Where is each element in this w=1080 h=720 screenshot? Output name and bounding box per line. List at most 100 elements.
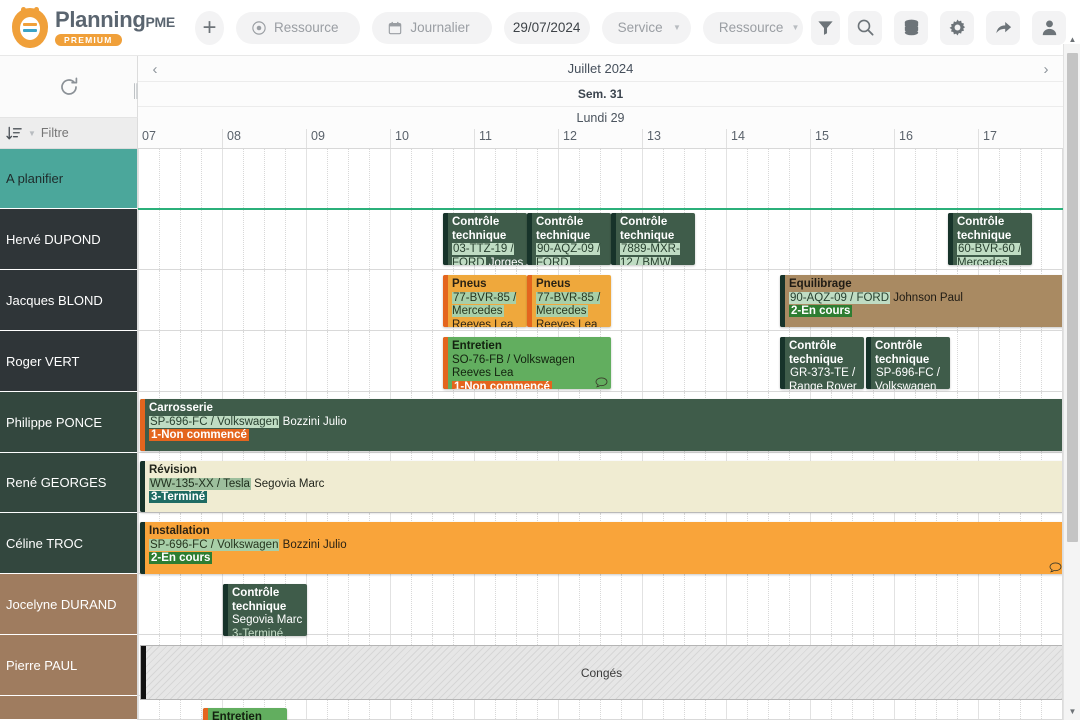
- calendar-event[interactable]: Pneus77-BVR-85 / MercedesReeves Lea: [527, 275, 611, 327]
- calendar-event[interactable]: Contrôle technique7889-MXR-12 / BMW Noel: [611, 213, 695, 265]
- resource-row-label[interactable]: René GEORGES: [0, 453, 137, 513]
- event-content: Pneus77-BVR-85 / MercedesReeves Lea: [448, 275, 527, 327]
- event-client: Johnson Paul: [890, 292, 963, 304]
- period-label: Journalier: [410, 20, 469, 35]
- event-content: Contrôle technique7889-MXR-12 / BMW Noel: [616, 213, 695, 265]
- scroll-down-arrow[interactable]: ▼: [1064, 704, 1080, 718]
- search-button[interactable]: [848, 11, 882, 45]
- event-vehicle: GR-373-TE / Range Rover: [789, 367, 858, 389]
- event-content: Contrôle technique90-AQZ-09 / FORD: [532, 213, 611, 265]
- comment-bubble-icon[interactable]: [1049, 562, 1062, 573]
- event-client: Segovia Marc: [232, 614, 302, 626]
- date-field[interactable]: 29/07/2024: [504, 12, 590, 44]
- event-title: Contrôle technique: [957, 216, 1029, 243]
- filter-chevron-down-icon[interactable]: ▼: [28, 129, 36, 138]
- resource-row-label[interactable]: Roger VERT: [0, 331, 137, 392]
- event-vehicle-line: SP-696-FC / Volkswagen Bozzini Julio: [149, 539, 1062, 553]
- event-status-badge: 1-Non commencé: [149, 429, 249, 441]
- event-title: Carrosserie: [149, 402, 1062, 416]
- add-button[interactable]: +: [195, 11, 224, 45]
- resource-row-label[interactable]: Céline TROC: [0, 513, 137, 574]
- resource-row-label[interactable]: Philippe PONCE: [0, 392, 137, 453]
- event-vehicle-line: Segovia Marc: [232, 614, 304, 628]
- resource-name: René GEORGES: [6, 475, 106, 490]
- hour-tick-09: 09: [306, 129, 390, 148]
- resource-row-label[interactable]: Hervé DUPOND: [0, 209, 137, 270]
- calendar-event[interactable]: Contrôle technique03-TTZ-19 / FORD Jorge…: [443, 213, 527, 265]
- calendar-event[interactable]: Pneus77-BVR-85 / MercedesReeves Lea: [443, 275, 527, 327]
- comment-bubble-icon[interactable]: [595, 377, 608, 388]
- calendar-event[interactable]: EntretienSO-76-FB / VolkswagenReeves Lea…: [443, 337, 611, 389]
- hour-tick-10: 10: [390, 129, 474, 148]
- event-content: CarrosserieSP-696-FC / Volkswagen Bozzin…: [145, 399, 1065, 451]
- event-title: Pneus: [452, 278, 524, 292]
- event-client: Segovia Marc: [251, 478, 325, 490]
- event-client: Bozzini Julio: [279, 416, 346, 428]
- resource-name: Céline TROC: [6, 536, 83, 551]
- refresh-button[interactable]: [58, 76, 80, 98]
- resource-select[interactable]: Ressource ▼: [703, 12, 803, 44]
- view-mode-label: Ressource: [274, 20, 339, 35]
- search-icon: [856, 18, 875, 37]
- period-selector[interactable]: Journalier: [372, 12, 491, 44]
- filter-button[interactable]: [811, 11, 840, 45]
- next-period-button[interactable]: ›: [1033, 56, 1059, 82]
- database-icon: [902, 18, 921, 37]
- absence-event-conges[interactable]: Congés: [140, 645, 1063, 700]
- event-vehicle-line: SP-696-FC / Volkswagen Bozzini Julio: [149, 416, 1062, 430]
- view-mode-selector[interactable]: Ressource: [236, 12, 360, 44]
- event-extra-line: Reeves Lea: [452, 367, 608, 381]
- resource-name-column: A planifierHervé DUPONDJacques BLOND Roge…: [0, 149, 138, 720]
- calendar-event[interactable]: Contrôle technique60-BVR-60 / Mercedes: [948, 213, 1032, 265]
- resource-row-label[interactable]: A planifier: [0, 149, 137, 209]
- calendar-event[interactable]: Contrôle technique90-AQZ-09 / FORD: [527, 213, 611, 265]
- brand-suffix: PME: [146, 14, 175, 30]
- calendar-event[interactable]: InstallationSP-696-FC / Volkswagen Bozzi…: [140, 522, 1065, 574]
- current-time-line: [138, 208, 1063, 210]
- left-panel-header: [0, 56, 138, 118]
- event-client: Bozzini Julio: [279, 539, 346, 551]
- share-button[interactable]: [986, 11, 1020, 45]
- grid-row[interactable]: [138, 149, 1063, 209]
- hour-tick-15: 15: [810, 129, 894, 148]
- calendar-event[interactable]: Equilibrage90-AQZ-09 / FORD Johnson Paul…: [780, 275, 1080, 327]
- hour-tick-07: 07: [138, 129, 222, 148]
- calendar-event[interactable]: Contrôle techniqueSegovia Marc3-Terminé: [223, 584, 307, 636]
- resource-row-label[interactable]: Jacques BLOND: [0, 270, 137, 331]
- day-label: Lundi 29: [138, 107, 1063, 129]
- filter-input[interactable]: [41, 126, 121, 140]
- calendar-event[interactable]: RévisionWW-135-XX / Tesla Segovia Marc3-…: [140, 461, 1065, 512]
- resource-name: Philippe PONCE: [6, 415, 102, 430]
- schedule-grid: Contrôle technique03-TTZ-19 / FORD Jorge…: [138, 149, 1063, 720]
- event-status-badge: 3-Terminé: [149, 491, 207, 503]
- date-header: ‹ Juillet 2024 › Sem. 31 Lundi 29 070809…: [138, 56, 1063, 149]
- scrollbar-thumb[interactable]: [1067, 53, 1078, 542]
- event-vehicle: SP-696-FC / Volkswagen: [875, 367, 940, 389]
- event-extra-line: Reeves Lea: [536, 319, 608, 328]
- scroll-up-arrow[interactable]: ▲: [1064, 32, 1080, 46]
- resource-name: Roger VERT: [6, 354, 79, 369]
- calendar-event[interactable]: EntretienWW-135-XX /: [203, 708, 287, 720]
- resource-row-label[interactable]: [0, 696, 137, 720]
- event-vehicle-line: SO-76-FB / Volkswagen: [452, 354, 608, 368]
- event-status-badge: 1-Non commencé: [452, 381, 552, 390]
- vertical-scrollbar[interactable]: ▲ ▼: [1063, 44, 1080, 720]
- user-button[interactable]: [1032, 11, 1066, 45]
- sort-descending-icon[interactable]: [6, 126, 23, 141]
- event-title: Installation: [149, 525, 1062, 539]
- panel-resize-grip[interactable]: ║: [131, 82, 137, 100]
- schedule-body: A planifierHervé DUPONDJacques BLOND Roge…: [0, 149, 1080, 720]
- event-title: Contrôle technique: [875, 340, 947, 367]
- share-arrow-icon: [994, 18, 1013, 37]
- database-button[interactable]: [894, 11, 928, 45]
- calendar-event[interactable]: Contrôle techniqueGR-373-TE / Range Rove…: [780, 337, 864, 389]
- prev-period-button[interactable]: ‹: [142, 56, 168, 82]
- resource-row-label[interactable]: Jocelyne DURAND: [0, 574, 137, 635]
- event-title: Révision: [149, 464, 1062, 478]
- event-client: Jorges: [486, 257, 524, 266]
- calendar-event[interactable]: Contrôle techniqueSP-696-FC / Volkswagen: [866, 337, 950, 389]
- calendar-event[interactable]: CarrosserieSP-696-FC / Volkswagen Bozzin…: [140, 399, 1065, 451]
- settings-button[interactable]: [940, 11, 974, 45]
- service-select[interactable]: Service ▼: [602, 12, 691, 44]
- resource-row-label[interactable]: Pierre PAUL: [0, 635, 137, 696]
